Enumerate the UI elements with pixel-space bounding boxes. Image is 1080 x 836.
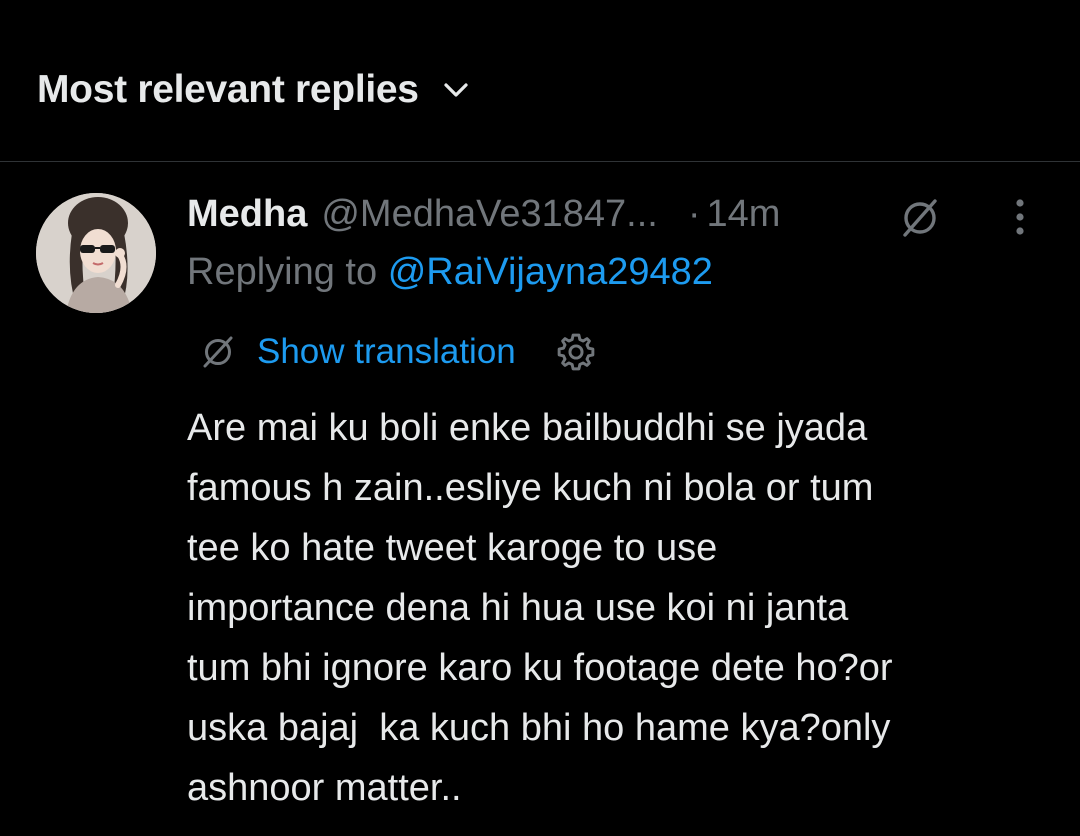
reply-text-line: ashnoor matter.. [187,767,462,809]
grok-slash-icon [203,336,233,368]
reply-text-line: famous h zain..esliye kuch ni bola or tu… [187,467,874,509]
divider [0,161,1080,162]
separator-dot: · [687,192,701,235]
reply-text: Are mai ku boli enke bailbuddhi se jyada… [187,398,1057,818]
author-handle[interactable]: @MedhaVe31847... [321,193,658,236]
timestamp[interactable]: 14m [707,193,781,236]
chevron-down-icon [444,83,468,97]
reply-text-line: tum bhi ignore karo ku footage dete ho?o… [187,647,893,689]
avatar-image [36,193,156,313]
replying-to-mention[interactable]: @RaiVijayna29482 [388,251,713,293]
reply-text-line: tee ko hate tweet karoge to use [187,527,718,569]
reply-text-line: uska bajaj ka kuch bhi ho hame kya?only [187,707,891,749]
sort-replies-dropdown[interactable]: Most relevant replies [37,62,471,118]
reply-text-line: importance dena hi hua use koi ni janta [187,587,849,629]
show-translation-link[interactable]: Show translation [257,332,516,372]
gear-icon[interactable] [554,330,598,374]
replying-prefix: Replying to [187,251,378,293]
author-name[interactable]: Medha [187,193,307,236]
sort-label: Most relevant replies [37,68,419,111]
translation-row: Show translation [199,326,598,378]
reply-header: Medha @MedhaVe31847... · 14m [187,186,780,242]
more-vertical-icon[interactable] [1002,194,1038,240]
reply-text-line: Are mai ku boli enke bailbuddhi se jyada [187,407,868,449]
grok-slash-icon[interactable] [897,195,943,241]
replying-to-line: Replying to @RaiVijayna29482 [187,251,713,294]
avatar[interactable] [36,193,156,313]
